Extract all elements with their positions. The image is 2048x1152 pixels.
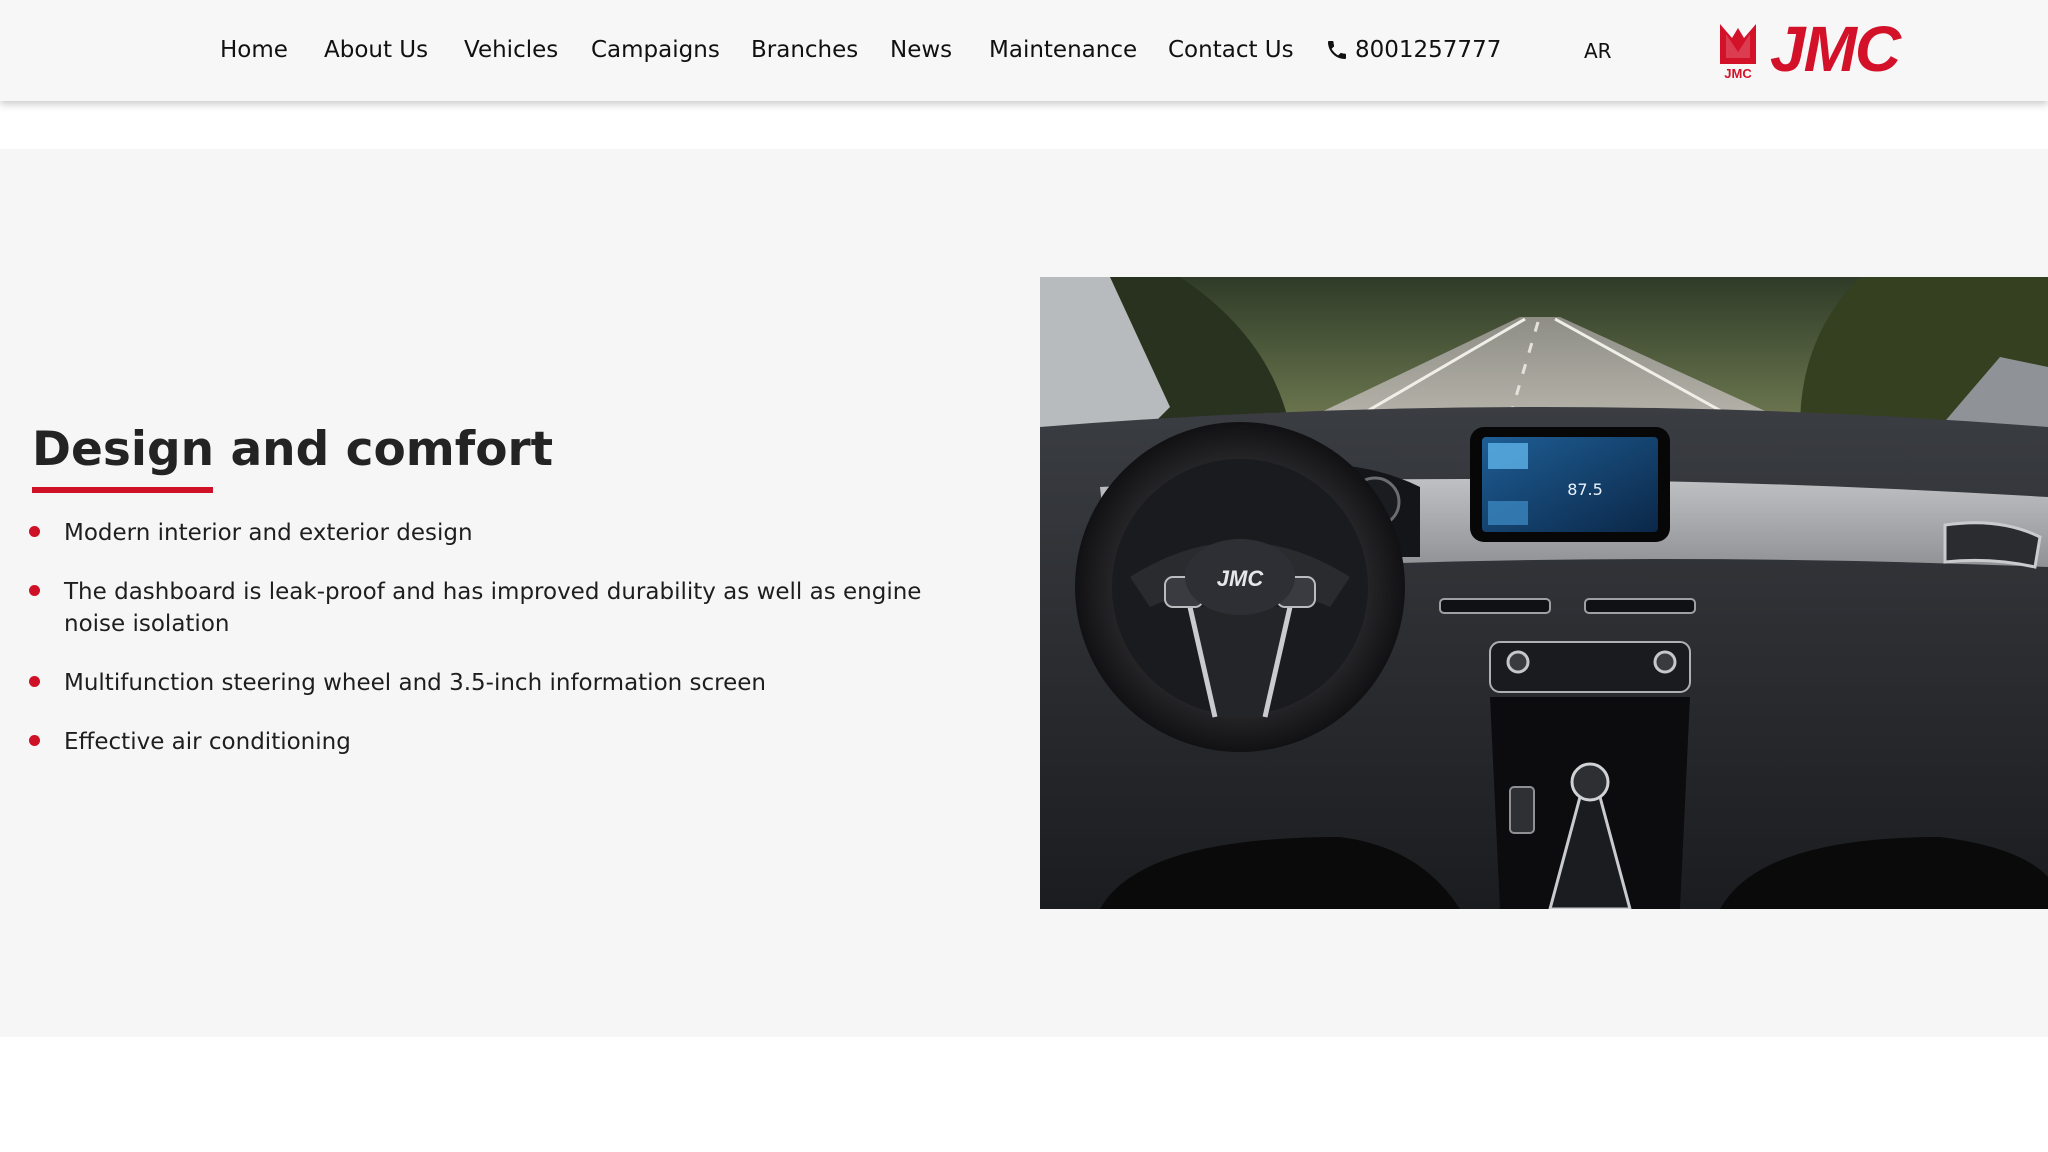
phone-number: 8001257777 — [1355, 37, 1502, 63]
title-underline — [32, 487, 213, 493]
bullet-dot-icon — [29, 526, 40, 537]
emblem-text: JMC — [1724, 66, 1752, 81]
bullet-dot-icon — [29, 676, 40, 687]
bullet-dot-icon — [29, 585, 40, 596]
logo-wordmark: JMC — [1770, 13, 1901, 85]
main-nav: Home About Us Vehicles Campaigns Branche… — [0, 0, 2048, 101]
feature-item: Multifunction steering wheel and 3.5-inc… — [28, 667, 988, 699]
feature-item: Modern interior and exterior design — [28, 517, 988, 549]
jmc-emblem-icon: JMC — [1720, 24, 1756, 81]
feature-section: Design and comfort Modern interior and e… — [0, 149, 2048, 1037]
bullet-dot-icon — [29, 735, 40, 746]
feature-text: The dashboard is leak-proof and has impr… — [64, 579, 922, 637]
language-switch[interactable]: AR — [1584, 37, 1612, 65]
jmc-logo[interactable]: JMC JMC — [1718, 16, 1930, 82]
phone-link[interactable]: 8001257777 — [1325, 33, 1501, 67]
site-header: Home About Us Vehicles Campaigns Branche… — [0, 0, 2048, 101]
steering-badge: JMC — [1217, 566, 1265, 591]
nav-branches[interactable]: Branches — [751, 33, 858, 67]
nav-news[interactable]: News — [890, 33, 952, 67]
phone-icon — [1328, 41, 1346, 59]
screen-frequency: 87.5 — [1567, 480, 1603, 499]
feature-text: Modern interior and exterior design — [64, 520, 473, 546]
feature-item: Effective air conditioning — [28, 726, 988, 758]
feature-list: Modern interior and exterior design The … — [28, 517, 988, 785]
nav-campaigns[interactable]: Campaigns — [591, 33, 720, 67]
feature-text: Multifunction steering wheel and 3.5-inc… — [64, 670, 766, 696]
car-interior-illustration: 87.5 JMC — [1040, 277, 2048, 909]
nav-maintenance[interactable]: Maintenance — [989, 33, 1137, 67]
nav-vehicles[interactable]: Vehicles — [464, 33, 558, 67]
interior-photo: 87.5 JMC — [1040, 277, 2048, 909]
section-title: Design and comfort — [32, 422, 554, 477]
nav-contact-us[interactable]: Contact Us — [1168, 33, 1294, 67]
nav-about-us[interactable]: About Us — [324, 33, 428, 67]
feature-item: The dashboard is leak-proof and has impr… — [28, 576, 988, 640]
feature-text: Effective air conditioning — [64, 729, 351, 755]
nav-home[interactable]: Home — [220, 33, 288, 67]
